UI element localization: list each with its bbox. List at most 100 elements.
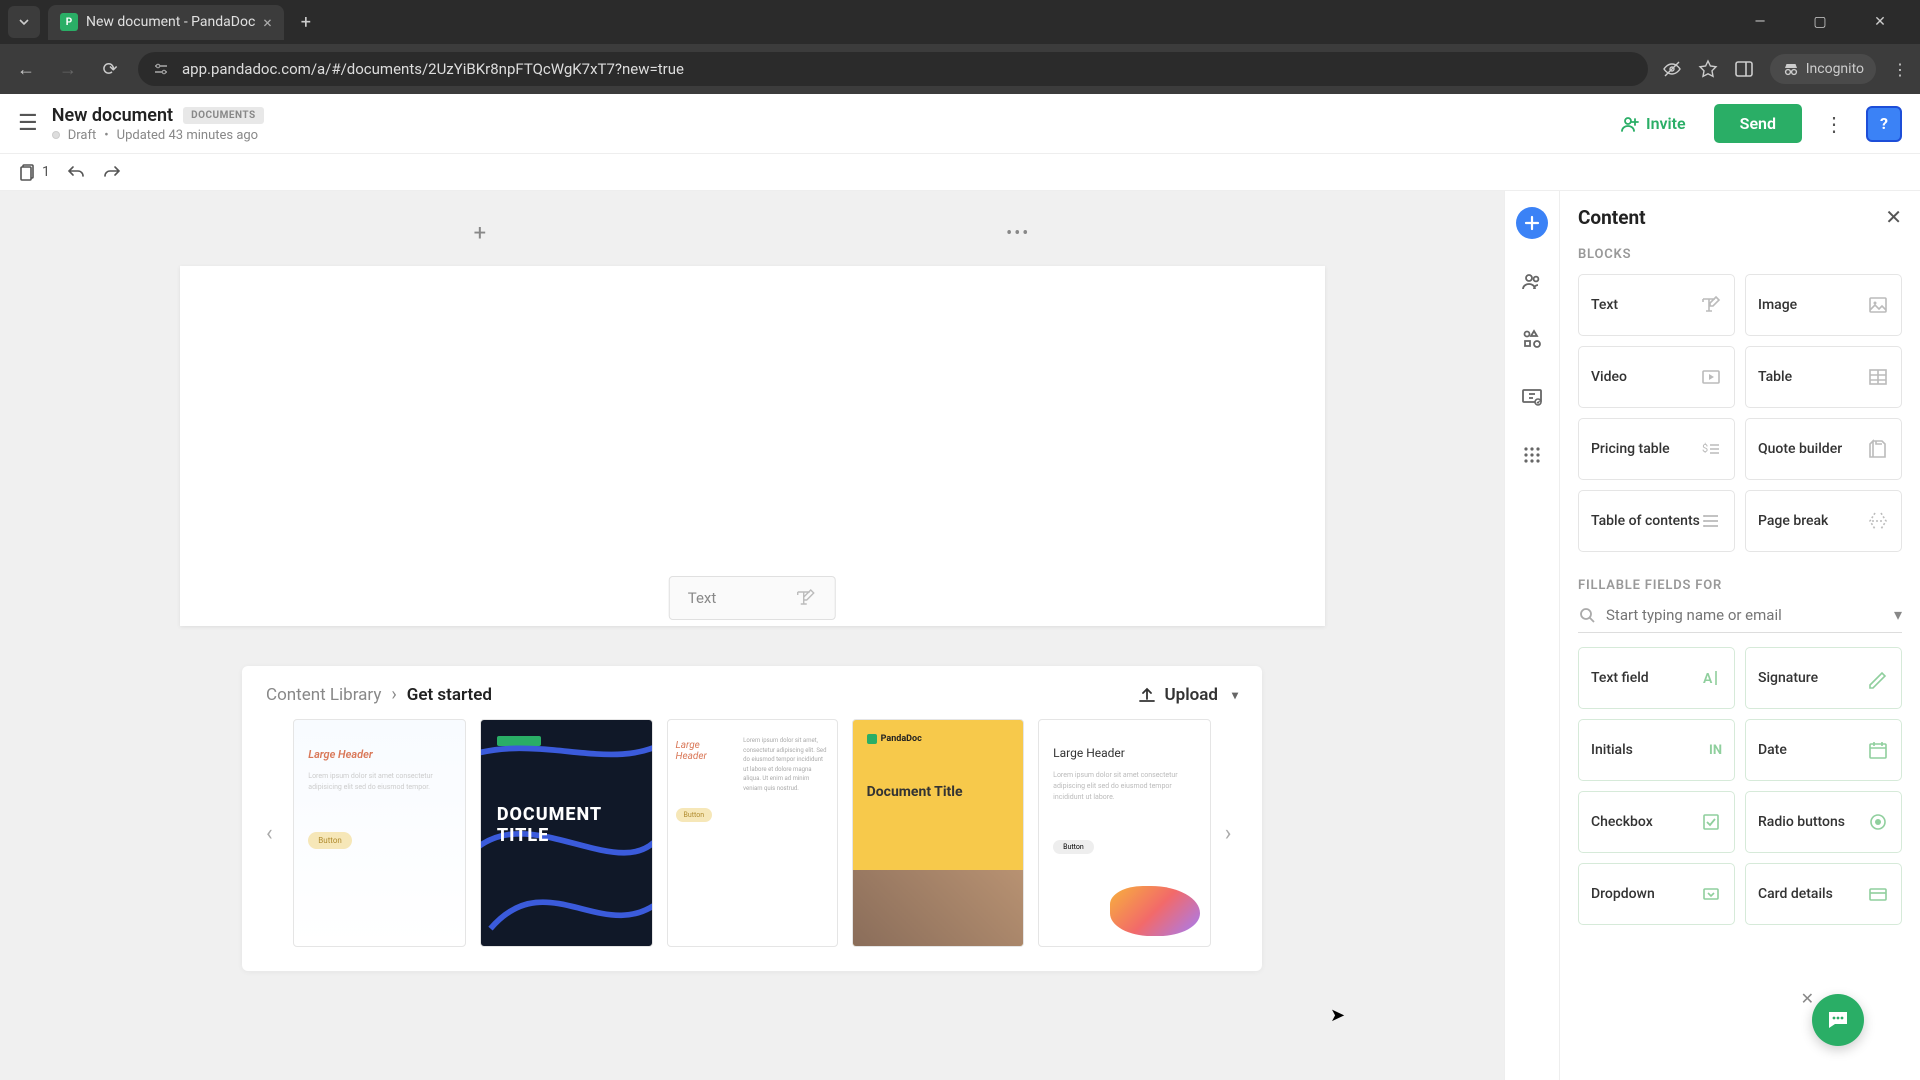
status-dot-icon (52, 131, 60, 139)
quote-builder-icon (1867, 438, 1889, 460)
field-card-details[interactable]: Card details (1745, 863, 1902, 925)
rail-add-button[interactable] (1516, 207, 1548, 239)
template-card-3[interactable]: Large Header Button Lorem ipsum dolor si… (667, 719, 838, 947)
field-text[interactable]: Text field A (1578, 647, 1735, 709)
templates-prev-button[interactable]: ‹ (266, 821, 279, 846)
recipient-search-input[interactable] (1606, 606, 1884, 624)
block-text[interactable]: Text (1578, 274, 1735, 336)
document-type-badge: DOCUMENTS (183, 107, 264, 124)
fields-section-label: FILLABLE FIELDS FOR (1578, 578, 1902, 593)
initials-icon: IN (1709, 743, 1722, 758)
document-page[interactable]: Text (180, 266, 1325, 626)
rail-apps-button[interactable] (1516, 439, 1548, 471)
library-root-link[interactable]: Content Library (266, 685, 381, 705)
redo-button[interactable] (102, 162, 122, 182)
library-current-folder: Get started (407, 685, 492, 705)
window-close-button[interactable]: ✕ (1860, 14, 1900, 30)
video-block-icon (1700, 366, 1722, 388)
new-tab-button[interactable]: + (290, 6, 322, 38)
url-bar[interactable]: app.pandadoc.com/a/#/documents/2UzYiBKr8… (138, 52, 1648, 86)
template-card-1[interactable]: Large Header Lorem ipsum dolor sit amet … (293, 719, 466, 947)
template-4-image (853, 870, 1024, 946)
chat-widget-button[interactable] (1812, 994, 1864, 1046)
templates-next-button[interactable]: › (1225, 821, 1238, 846)
invite-button[interactable]: Invite (1606, 106, 1700, 142)
field-date[interactable]: Date (1745, 719, 1902, 781)
text-placeholder-label: Text (688, 589, 717, 607)
chat-dismiss-button[interactable]: ✕ (1801, 989, 1814, 1008)
url-text: app.pandadoc.com/a/#/documents/2UzYiBKr8… (182, 60, 1634, 78)
template-5-body: Lorem ipsum dolor sit amet consectetur a… (1053, 770, 1196, 804)
dropdown-icon (1700, 883, 1722, 905)
template-1-header: Large Header (308, 748, 451, 761)
window-minimize-button[interactable]: — (1740, 14, 1780, 30)
recipient-search[interactable]: ▾ (1578, 605, 1902, 633)
signature-icon (1867, 667, 1889, 689)
template-card-5[interactable]: Large Header Lorem ipsum dolor sit amet … (1038, 719, 1211, 947)
block-table-of-contents[interactable]: Table of contents (1578, 490, 1735, 552)
page-count: 1 (42, 164, 50, 180)
tab-close-icon[interactable]: × (263, 13, 272, 32)
block-pricing-table[interactable]: Pricing table $ (1578, 418, 1735, 480)
block-quote-builder[interactable]: Quote builder (1745, 418, 1902, 480)
rail-recipients-button[interactable] (1516, 265, 1548, 297)
window-maximize-button[interactable]: ▢ (1800, 14, 1840, 30)
browser-nav-bar: ← → ⟳ app.pandadoc.com/a/#/documents/2Uz… (0, 44, 1920, 94)
svg-text:$: $ (1702, 442, 1708, 455)
content-panel: Content ✕ BLOCKS Text Image Video T (1560, 191, 1920, 1080)
field-initials[interactable]: Initials IN (1578, 719, 1735, 781)
document-title[interactable]: New document (52, 105, 173, 126)
browser-tab[interactable]: P New document - PandaDoc × (48, 5, 284, 40)
nav-reload-button[interactable]: ⟳ (96, 59, 124, 80)
side-panel-icon[interactable] (1734, 59, 1754, 79)
recipient-dropdown-toggle[interactable]: ▾ (1894, 605, 1902, 624)
text-block-placeholder[interactable]: Text (669, 576, 836, 620)
document-more-button[interactable]: ⋮ (1816, 106, 1852, 142)
template-4-brand: PandaDoc (881, 734, 922, 744)
incognito-label: Incognito (1806, 61, 1864, 77)
pages-button[interactable]: 1 (18, 162, 50, 182)
app-header: ☰ New document DOCUMENTS Draft • Updated… (0, 94, 1920, 154)
undo-button[interactable] (66, 162, 86, 182)
bookmark-star-icon[interactable] (1698, 59, 1718, 79)
blocks-section-label: BLOCKS (1578, 247, 1902, 262)
send-button[interactable]: Send (1714, 104, 1802, 143)
content-library-strip: Content Library › Get started Upload ▾ ‹ (242, 666, 1262, 971)
canvas-area[interactable]: + ••• Text Content Library › Get started (0, 191, 1504, 1080)
table-block-icon (1867, 366, 1889, 388)
chevron-down-icon[interactable]: ▾ (1232, 688, 1238, 702)
nav-forward-button[interactable]: → (54, 59, 82, 80)
block-options-button[interactable]: ••• (1006, 223, 1030, 244)
template-3-header: Large Header (676, 740, 728, 762)
invite-label: Invite (1646, 114, 1686, 133)
right-rail (1504, 191, 1560, 1080)
incognito-badge[interactable]: Incognito (1770, 54, 1876, 84)
site-settings-icon[interactable] (152, 60, 172, 78)
upload-button[interactable]: Upload ▾ (1137, 685, 1239, 705)
add-block-button[interactable]: + (474, 221, 486, 246)
browser-menu-button[interactable]: ⋮ (1892, 60, 1908, 79)
block-video[interactable]: Video (1578, 346, 1735, 408)
card-icon (1867, 883, 1889, 905)
block-table[interactable]: Table (1745, 346, 1902, 408)
panel-close-button[interactable]: ✕ (1885, 205, 1902, 229)
text-field-icon: A (1700, 667, 1722, 689)
tab-search-button[interactable] (8, 6, 40, 38)
help-button[interactable]: ? (1866, 106, 1902, 142)
browser-tab-bar: P New document - PandaDoc × + — ▢ ✕ (0, 0, 1920, 44)
field-signature[interactable]: Signature (1745, 647, 1902, 709)
rail-variables-button[interactable] (1516, 323, 1548, 355)
template-5-header: Large Header (1053, 746, 1196, 760)
field-dropdown[interactable]: Dropdown (1578, 863, 1735, 925)
template-3-button: Button (676, 808, 713, 822)
template-card-2[interactable]: DOCUMENT TITLE (480, 719, 653, 947)
template-card-4[interactable]: PandaDoc Document Title (852, 719, 1025, 947)
main-menu-button[interactable]: ☰ (18, 111, 38, 136)
block-image[interactable]: Image (1745, 274, 1902, 336)
rail-workflow-button[interactable] (1516, 381, 1548, 413)
nav-back-button[interactable]: ← (12, 59, 40, 80)
eye-off-icon[interactable] (1662, 59, 1682, 79)
field-radio[interactable]: Radio buttons (1745, 791, 1902, 853)
field-checkbox[interactable]: Checkbox (1578, 791, 1735, 853)
block-page-break[interactable]: Page break (1745, 490, 1902, 552)
